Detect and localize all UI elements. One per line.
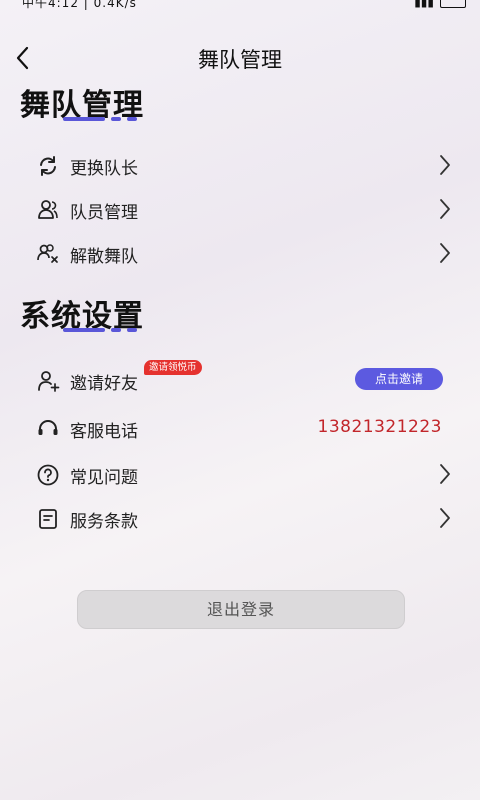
member-management-row[interactable]: 队员管理 xyxy=(0,189,480,229)
invite-friends-label: 邀请好友 xyxy=(70,374,138,394)
status-time: 中午4:12 | 0.4K/s xyxy=(22,0,137,10)
document-icon xyxy=(39,509,57,529)
chevron-right-icon xyxy=(440,155,450,175)
change-captain-row[interactable]: 更换队长 xyxy=(0,145,480,185)
disband-icon xyxy=(37,244,58,263)
members-icon xyxy=(38,200,58,219)
system-title-underline xyxy=(63,328,137,332)
disband-team-label: 解散舞队 xyxy=(70,247,138,267)
add-user-icon xyxy=(38,371,60,392)
headset-icon xyxy=(38,420,58,435)
question-icon xyxy=(37,464,59,486)
invite-reward-badge: 邀请领悦币 xyxy=(144,360,202,375)
signal-icon: ▮▮▮ xyxy=(414,0,434,9)
change-captain-label: 更换队长 xyxy=(70,159,138,179)
disband-team-row[interactable]: 解散舞队 xyxy=(0,233,480,273)
invite-button[interactable]: 点击邀请 xyxy=(355,368,443,390)
team-title-underline xyxy=(63,117,137,121)
chevron-right-icon xyxy=(440,464,450,484)
invite-friends-row[interactable]: 邀请好友 邀请领悦币 点击邀请 xyxy=(0,360,480,400)
faq-label: 常见问题 xyxy=(70,468,138,488)
nav-bar: 舞队管理 xyxy=(0,38,480,78)
faq-row[interactable]: 常见问题 xyxy=(0,454,480,494)
phone-number[interactable]: 13821321223 xyxy=(318,417,442,437)
customer-service-row[interactable]: 客服电话 13821321223 xyxy=(0,408,480,448)
battery-icon xyxy=(440,0,466,8)
chevron-right-icon xyxy=(440,199,450,219)
chevron-right-icon xyxy=(440,508,450,528)
customer-service-label: 客服电话 xyxy=(70,422,138,442)
terms-label: 服务条款 xyxy=(70,512,138,532)
page-title: 舞队管理 xyxy=(198,48,282,72)
status-bar: 中午4:12 | 0.4K/s ▮▮▮ xyxy=(0,0,480,14)
logout-button[interactable]: 退出登录 xyxy=(77,590,405,629)
refresh-icon xyxy=(40,156,56,176)
terms-row[interactable]: 服务条款 xyxy=(0,498,480,538)
member-management-label: 队员管理 xyxy=(70,203,138,223)
status-indicators: ▮▮▮ xyxy=(414,0,466,9)
chevron-right-icon xyxy=(440,243,450,263)
